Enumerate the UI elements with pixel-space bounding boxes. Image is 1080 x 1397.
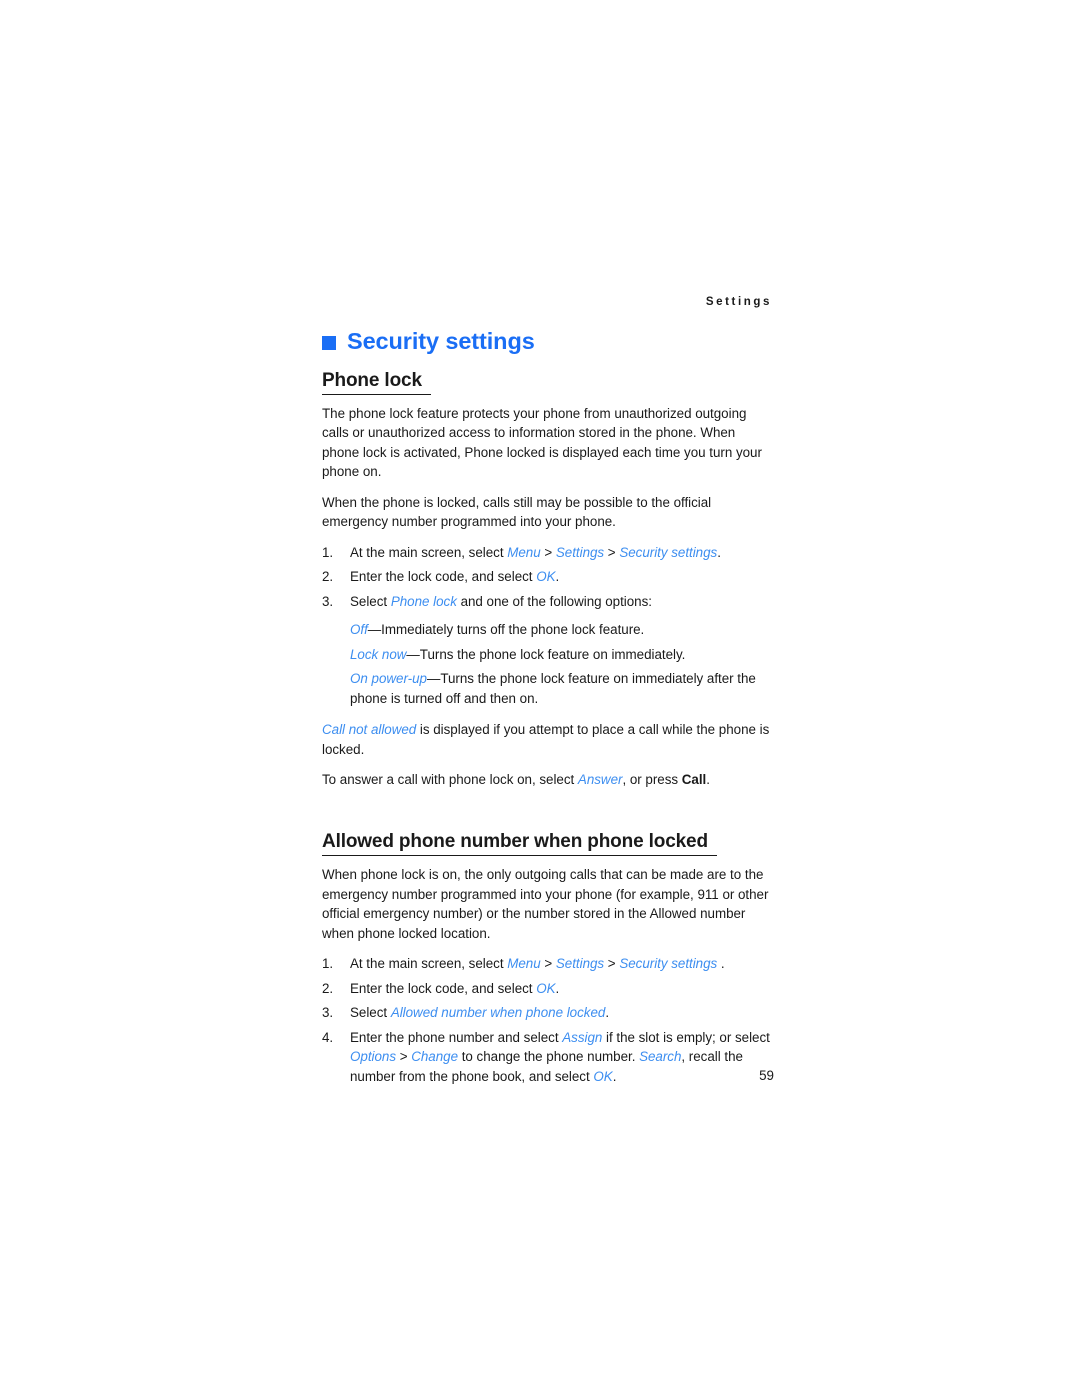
ui-term: Answer — [577, 772, 623, 788]
document-section: Allowed phone number when phone locked Wh… — [322, 801, 774, 1086]
ui-term: Search — [639, 1049, 682, 1065]
step-number: 2. — [322, 980, 334, 996]
list-item: 3. Select Allowed number when phone locke… — [322, 1003, 774, 1023]
document-page: Settings Security settings Phone lock The… — [0, 0, 1080, 1397]
list-item: 2. Enter the lock code, and select OK. — [322, 567, 774, 587]
page-content: Security settings Phone lock The phone lo… — [322, 328, 774, 1087]
text-run: Select — [350, 593, 391, 609]
text-run: Enter the lock code, and select — [350, 980, 537, 996]
body-paragraph: Call not allowed is displayed if you att… — [322, 720, 774, 759]
ui-term: Settings — [555, 956, 605, 972]
ui-term: Off — [350, 622, 368, 638]
ui-term: Lock now — [350, 646, 407, 662]
ui-term: OK — [536, 569, 556, 585]
menu-separator: > — [604, 544, 620, 560]
ui-term: Call not allowed — [322, 722, 417, 738]
ui-term: Phone lock — [390, 593, 457, 609]
text-run: At the main screen, select — [350, 544, 508, 560]
text-run: . — [555, 980, 560, 996]
body-paragraph: When the phone is locked, calls still ma… — [322, 494, 712, 530]
ui-term: On power-up — [350, 671, 427, 687]
text-run: and one of the following options: — [456, 593, 652, 609]
numbered-step-list: 1. At the main screen, select Menu > Sett… — [322, 543, 774, 612]
step-number: 1. — [322, 544, 334, 560]
text-run: . — [717, 544, 721, 560]
step-number: 4. — [322, 1029, 334, 1045]
text-run: . — [706, 772, 710, 788]
option-description: Off—Immediately turns off the phone lock… — [350, 620, 774, 640]
option-description: On power-up—Turns the phone lock feature… — [350, 669, 774, 708]
text-run: , or press — [622, 772, 682, 788]
ui-term: Options — [350, 1049, 397, 1065]
document-section: Phone lock The phone lock feature protect… — [322, 370, 774, 790]
ui-term: Assign — [562, 1029, 603, 1045]
text-run: . — [717, 956, 725, 972]
step-number: 1. — [322, 956, 334, 972]
chapter-heading: Security settings — [322, 328, 774, 354]
text-run: . — [605, 1005, 610, 1021]
ui-term: Menu — [507, 544, 541, 560]
menu-separator: > — [540, 544, 556, 560]
section-heading: Phone lock — [322, 370, 431, 395]
running-header: Settings — [705, 296, 772, 308]
list-item: 2. Enter the lock code, and select OK. — [322, 979, 774, 999]
section-heading: Allowed phone number when phone locked — [322, 831, 717, 857]
ui-term: Menu — [507, 956, 541, 972]
numbered-step-list: 1. At the main screen, select Menu > Sett… — [322, 954, 774, 1086]
menu-separator: > — [396, 1049, 412, 1065]
list-item: 1. At the main screen, select Menu > Sett… — [322, 954, 774, 974]
text-run: Enter the lock code, and select — [350, 569, 537, 585]
ui-term: Security settings — [619, 956, 718, 972]
text-run: if the slot is emply; or select — [602, 1029, 770, 1045]
chapter-title: Security settings — [347, 328, 535, 354]
ui-term: Security settings — [619, 544, 718, 560]
option-description: Lock now—Turns the phone lock feature on… — [350, 645, 774, 665]
text-run: . — [555, 569, 560, 585]
ui-term: Settings — [555, 544, 605, 560]
list-item: 3. Select Phone lock and one of the follo… — [322, 592, 774, 612]
page-number: 59 — [759, 1068, 774, 1083]
ui-term: Change — [411, 1049, 459, 1065]
text-run: to change the phone number. — [458, 1049, 640, 1065]
step-number: 2. — [322, 569, 334, 585]
body-paragraph: To answer a call with phone lock on, sel… — [322, 770, 774, 790]
hardware-key-label: Call — [681, 772, 707, 788]
text-run: —Immediately turns off the phone lock fe… — [367, 622, 645, 638]
step-number: 3. — [322, 1005, 334, 1021]
text-run: To answer a call with phone lock on, sel… — [322, 772, 578, 788]
text-run: At the main screen, select — [350, 956, 508, 972]
body-paragraph: When phone lock is on, the only outgoing… — [322, 867, 769, 941]
body-paragraph: The phone lock feature protects your pho… — [322, 405, 762, 480]
step-number: 3. — [322, 593, 334, 609]
menu-separator: > — [540, 956, 556, 972]
list-item: 1. At the main screen, select Menu > Sett… — [322, 543, 774, 563]
sections-container: Phone lock The phone lock feature protect… — [322, 370, 774, 1087]
square-bullet-icon — [322, 335, 336, 350]
ui-term: Allowed number when phone locked — [390, 1005, 606, 1021]
text-run: Enter the phone number and select — [350, 1029, 563, 1045]
text-run: —Turns the phone lock feature on immedia… — [406, 646, 686, 662]
menu-separator: > — [604, 956, 620, 972]
text-run: Select — [350, 1005, 391, 1021]
ui-term: OK — [536, 980, 556, 996]
